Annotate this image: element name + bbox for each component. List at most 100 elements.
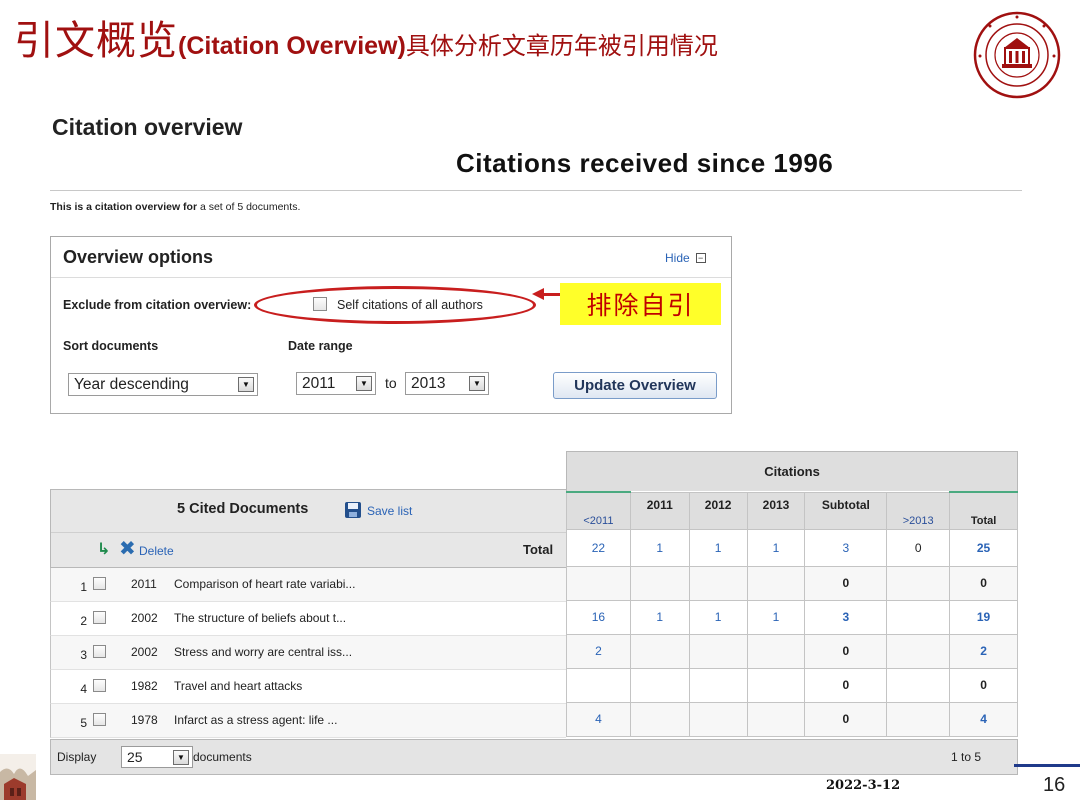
update-overview-button[interactable]: Update Overview	[553, 372, 717, 399]
date-to-value: 2013	[411, 375, 446, 392]
dropdown-arrow-icon[interactable]: ▼	[238, 377, 254, 392]
dropdown-arrow-icon[interactable]: ▼	[173, 750, 189, 765]
col-header[interactable]: >2013	[886, 491, 951, 530]
dropdown-arrow-icon[interactable]: ▼	[356, 376, 372, 391]
cell	[629, 667, 690, 703]
cell	[886, 599, 951, 635]
delete-x-icon[interactable]: ✖	[119, 539, 137, 559]
total-row-label: Total	[523, 542, 554, 557]
row-number: 3	[80, 648, 87, 662]
annotation-arrow-icon	[532, 288, 544, 300]
cell[interactable]: 2	[566, 633, 631, 669]
row-number: 5	[80, 716, 87, 730]
citation-table: Citations 5 Cited Documents Save list ↳ …	[50, 451, 1018, 777]
cell: 0	[804, 565, 888, 601]
delete-link[interactable]: Delete	[139, 544, 174, 558]
total-cell[interactable]: 22	[566, 528, 631, 567]
row-checkbox[interactable]	[93, 577, 106, 590]
cell	[629, 701, 690, 737]
doc-year: 2002	[131, 645, 158, 659]
row-checkbox[interactable]	[93, 679, 106, 692]
select-toggle-arrow-icon[interactable]: ↳	[97, 542, 111, 558]
university-seal-logo	[973, 11, 1061, 99]
row-checkbox[interactable]	[93, 611, 106, 624]
total-cell[interactable]: 3	[804, 528, 888, 567]
cell[interactable]: 3	[804, 599, 888, 635]
intro-text: This is a citation overview for a set of…	[50, 201, 300, 213]
cited-documents-header: 5 Cited Documents Save list ↳ ✖ Delete T…	[50, 489, 566, 568]
date-to-select[interactable]: 2013 ▼	[405, 372, 489, 395]
document-list: 1 2011 Comparison of heart rate variabi.…	[50, 568, 566, 738]
row-number: 2	[80, 614, 87, 628]
cell[interactable]: 4	[566, 701, 631, 737]
cell	[746, 701, 806, 737]
total-cell[interactable]: 1	[688, 528, 748, 567]
doc-year: 1982	[131, 679, 158, 693]
total-cell[interactable]: 1	[746, 528, 806, 567]
cell[interactable]: 19	[949, 599, 1018, 635]
col-header: Subtotal	[804, 491, 888, 530]
list-item: 2 2002 The structure of beliefs about t.…	[50, 602, 566, 636]
doc-title-link[interactable]: Stress and worry are central iss...	[174, 645, 352, 659]
exclude-label: Exclude from citation overview:	[63, 298, 252, 312]
cell[interactable]: 1	[629, 599, 690, 635]
footer-date: 2022-3-12	[826, 778, 901, 793]
intro-bold: This is a citation overview for	[50, 201, 198, 213]
save-icon[interactable]	[345, 502, 361, 518]
options-title: Overview options	[63, 247, 214, 267]
cell[interactable]: 16	[566, 599, 631, 635]
cell[interactable]: 4	[949, 701, 1018, 737]
collapse-icon[interactable]: −	[695, 253, 706, 263]
cell	[688, 701, 748, 737]
cell: 0	[804, 667, 888, 703]
doc-year: 1978	[131, 713, 158, 727]
display-count-select[interactable]: 25 ▼	[121, 746, 193, 768]
col-header[interactable]: <2011	[566, 491, 631, 530]
doc-title-link[interactable]: The structure of beliefs about t...	[174, 611, 346, 625]
sort-documents-select[interactable]: Year descending ▼	[68, 373, 258, 396]
col-header: 2013	[746, 491, 806, 530]
col-header: 2012	[688, 491, 748, 530]
doc-title-link[interactable]: Comparison of heart rate variabi...	[174, 577, 355, 591]
cell	[566, 667, 631, 703]
cell[interactable]: 1	[688, 599, 748, 635]
cell: 0	[804, 701, 888, 737]
date-to-word: to	[385, 375, 397, 391]
row-checkbox[interactable]	[93, 713, 106, 726]
slide-title: 引文概览(Citation Overview)具体分析文章历年被引用情况	[14, 8, 718, 68]
total-cell: 0	[886, 528, 951, 567]
cell[interactable]: 2	[949, 633, 1018, 669]
column-header-row: <2011 2011 2012 2013 Subtotal >2013 Tota…	[566, 491, 1018, 530]
citations-header: Citations	[566, 451, 1018, 491]
list-item: 5 1978 Infarct as a stress agent: life .…	[50, 704, 566, 738]
doc-title-link[interactable]: Infarct as a stress agent: life ...	[174, 713, 337, 727]
doc-title-link[interactable]: Travel and heart attacks	[174, 679, 302, 693]
dropdown-arrow-icon[interactable]: ▼	[469, 376, 485, 391]
cell[interactable]: 1	[746, 599, 806, 635]
cell	[886, 701, 951, 737]
campus-photo-icon	[0, 754, 36, 800]
save-list-link[interactable]: Save list	[367, 504, 412, 518]
table-row: 2 0 2	[566, 633, 1018, 669]
sort-documents-label: Sort documents	[63, 339, 159, 353]
display-label: Display	[57, 750, 97, 764]
table-row: 0 0	[566, 565, 1018, 601]
total-cell[interactable]: 1	[629, 528, 690, 567]
display-suffix: documents	[193, 750, 252, 764]
cell	[688, 633, 748, 669]
slide-title-cn: 引文概览	[14, 18, 178, 64]
slide-title-en: (Citation Overview)	[178, 32, 406, 60]
hide-options-toggle[interactable]: Hide −	[665, 251, 706, 265]
hide-label[interactable]: Hide	[665, 251, 690, 265]
table-row: 4 0 4	[566, 701, 1018, 737]
col-header: 2011	[629, 491, 690, 530]
date-from-value: 2011	[302, 375, 336, 392]
citations-header-label: Citations	[764, 464, 820, 479]
row-checkbox[interactable]	[93, 645, 106, 658]
cell: 0	[949, 565, 1018, 601]
cell	[746, 667, 806, 703]
date-from-select[interactable]: 2011 ▼	[296, 372, 376, 395]
cell	[886, 667, 951, 703]
list-item: 3 2002 Stress and worry are central iss.…	[50, 636, 566, 670]
total-cell[interactable]: 25	[949, 528, 1018, 567]
